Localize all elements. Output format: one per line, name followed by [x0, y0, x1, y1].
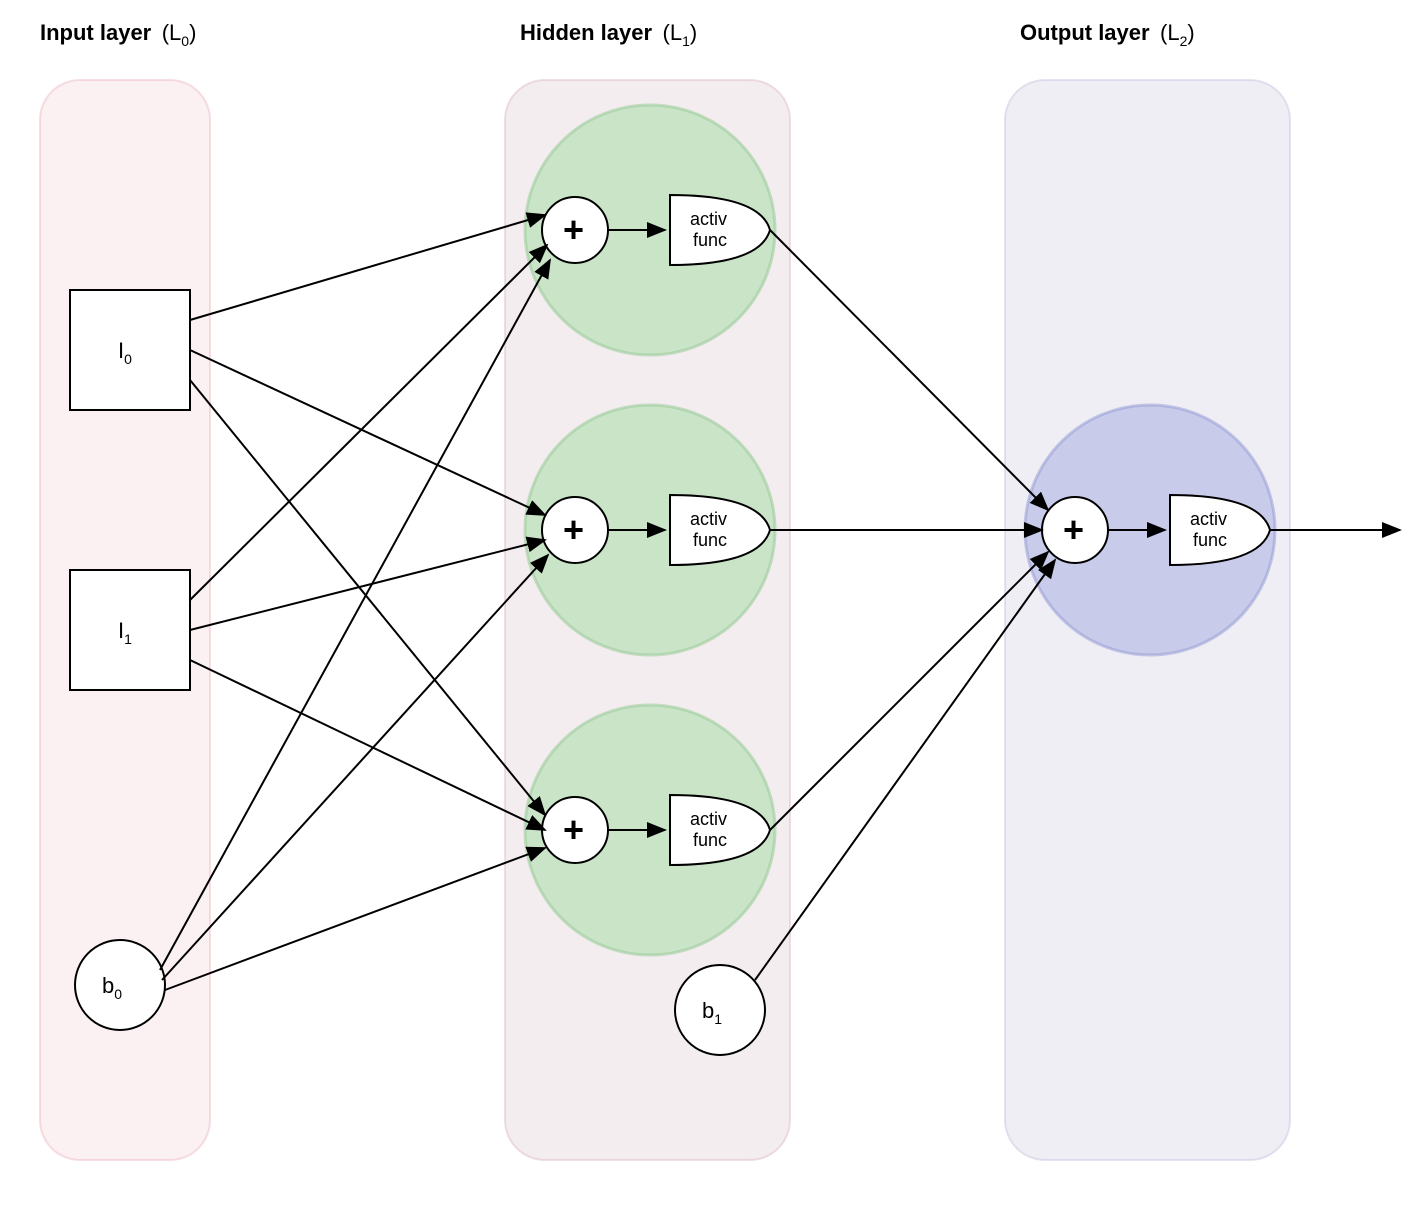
- hidden-neuron-3-activ2: func: [693, 830, 727, 850]
- bias-node-b0: b0: [75, 940, 165, 1030]
- hidden-neuron-3-activ1: activ: [690, 809, 727, 829]
- output-neuron-activ2: func: [1193, 530, 1227, 550]
- hidden-neuron-1-sum-label: +: [563, 209, 584, 250]
- edges-input-to-hidden: [160, 215, 550, 990]
- bias-node-b1: b1: [675, 965, 765, 1055]
- hidden-neuron-2-activ2: func: [693, 530, 727, 550]
- input-layer-title: Input layer (L0): [40, 20, 196, 49]
- hidden-neuron-2-sum-label: +: [563, 509, 584, 550]
- output-neuron-sum-label: +: [1063, 509, 1084, 550]
- hidden-neuron-3-sum-label: +: [563, 809, 584, 850]
- hidden-neuron-1-activ1: activ: [690, 209, 727, 229]
- hidden-neuron-3: + activ func: [525, 705, 775, 955]
- output-neuron: + activ func: [1025, 405, 1275, 655]
- hidden-neuron-2-activ1: activ: [690, 509, 727, 529]
- input-node-i1: I1: [70, 570, 190, 690]
- hidden-neuron-2: + activ func: [525, 405, 775, 655]
- output-neuron-activ1: activ: [1190, 509, 1227, 529]
- neural-network-diagram: Input layer (L0) I0 I1 b0 Hidden layer (…: [0, 0, 1412, 1212]
- hidden-neuron-1-activ2: func: [693, 230, 727, 250]
- input-node-i0: I0: [70, 290, 190, 410]
- output-layer-title: Output layer (L2): [1020, 20, 1195, 49]
- hidden-neuron-1: + activ func: [525, 105, 775, 355]
- hidden-layer-title: Hidden layer (L1): [520, 20, 697, 49]
